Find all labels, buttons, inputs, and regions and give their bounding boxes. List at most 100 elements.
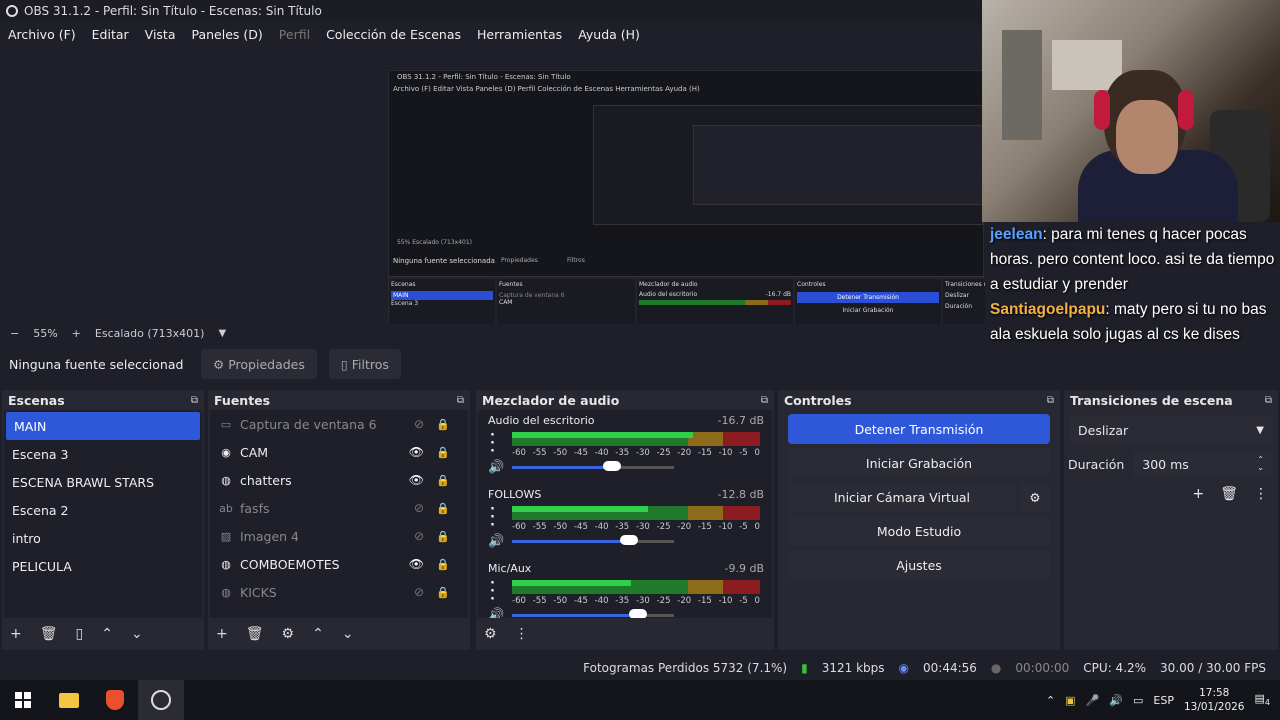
duration-row: Duración 300 ms ⌃ ⌄ bbox=[1066, 450, 1276, 478]
zoom-in-button[interactable]: + bbox=[72, 327, 81, 340]
more-icon[interactable]: · · · bbox=[490, 577, 495, 606]
eye-icon[interactable]: 👁 bbox=[409, 473, 424, 487]
mixer-channel: Audio del escritorio -16.7 dB · · · -60 -55 -50… bbox=[478, 410, 772, 484]
stop-stream-button[interactable]: Detener Transmisión bbox=[788, 414, 1050, 444]
lock-icon[interactable]: 🔒 bbox=[436, 446, 450, 459]
slider-handle[interactable] bbox=[629, 609, 648, 618]
volume-slider[interactable] bbox=[512, 609, 674, 618]
start-virtual-cam-button[interactable]: Iniciar Cámara Virtual bbox=[788, 482, 1016, 512]
properties-button[interactable]: ⚙ Propiedades bbox=[201, 349, 317, 379]
add-icon[interactable]: + bbox=[216, 626, 228, 642]
studio-mode-button[interactable]: Modo Estudio bbox=[788, 516, 1050, 546]
menu-ayuda[interactable]: Ayuda (H) bbox=[578, 27, 640, 42]
menu-paneles[interactable]: Paneles (D) bbox=[192, 27, 263, 42]
zoom-out-button[interactable]: − bbox=[10, 327, 19, 340]
gear-icon[interactable]: ⚙ bbox=[484, 626, 497, 642]
lock-icon[interactable]: 🔒 bbox=[436, 530, 450, 543]
undock-icon[interactable]: ⧉ bbox=[191, 395, 198, 406]
scaling-dropdown-icon[interactable]: ▼ bbox=[218, 328, 226, 339]
gear-icon[interactable]: ⚙ bbox=[282, 626, 295, 642]
source-item[interactable]: ▨ Imagen 4 ⊘ 🔒 bbox=[210, 522, 468, 550]
windows-start-icon[interactable] bbox=[0, 680, 46, 720]
lock-icon[interactable]: 🔒 bbox=[436, 558, 450, 571]
trash-icon[interactable]: 🗑 bbox=[246, 626, 264, 642]
more-icon[interactable]: ⋮ bbox=[515, 626, 529, 642]
chevron-down-icon[interactable]: ⌄ bbox=[131, 626, 143, 642]
file-explorer-icon[interactable] bbox=[46, 680, 92, 720]
source-item[interactable]: ▭ Captura de ventana 6 ⊘ 🔒 bbox=[210, 410, 468, 438]
volume-slider[interactable] bbox=[512, 535, 674, 545]
start-recording-button[interactable]: Iniciar Grabación bbox=[788, 448, 1050, 478]
more-icon[interactable]: · · · bbox=[490, 429, 495, 458]
channel-name: Audio del escritorio bbox=[488, 414, 595, 427]
eye-off-icon[interactable]: ⊘ bbox=[414, 529, 424, 543]
chevron-down-icon[interactable]: ⌄ bbox=[342, 626, 354, 642]
source-item[interactable]: ◍ chatters 👁 🔒 bbox=[210, 466, 468, 494]
menu-herramientas[interactable]: Herramientas bbox=[477, 27, 562, 42]
source-item[interactable]: ◍ COMBOEMOTES 👁 🔒 bbox=[210, 550, 468, 578]
scene-item[interactable]: intro bbox=[4, 524, 202, 552]
undock-icon[interactable]: ⧉ bbox=[761, 395, 768, 406]
speaker-icon[interactable]: 🔊 bbox=[488, 460, 504, 475]
slider-handle[interactable] bbox=[619, 535, 638, 545]
microphone-icon[interactable]: 🎤 bbox=[1086, 694, 1100, 707]
language-indicator[interactable]: ESP bbox=[1153, 694, 1174, 707]
speaker-icon[interactable]: 🔊 bbox=[1109, 694, 1123, 707]
slider-handle[interactable] bbox=[603, 461, 622, 471]
more-icon[interactable]: ⋮ bbox=[1254, 486, 1268, 502]
eye-off-icon[interactable]: ⊘ bbox=[414, 585, 424, 599]
lock-icon[interactable]: 🔒 bbox=[436, 586, 450, 599]
menu-archivo[interactable]: Archivo (F) bbox=[8, 27, 76, 42]
obs-taskbar-icon[interactable] bbox=[138, 680, 184, 720]
sources-list: ▭ Captura de ventana 6 ⊘ 🔒 ◉ CAM 👁 🔒 ◍ chatters 👁 🔒… bbox=[210, 410, 468, 618]
undock-icon[interactable]: ⧉ bbox=[1265, 395, 1272, 406]
add-icon[interactable]: + bbox=[1192, 486, 1204, 502]
scene-item[interactable]: Escena 2 bbox=[4, 496, 202, 524]
chevron-up-icon[interactable]: ⌃ bbox=[1046, 694, 1055, 707]
eye-off-icon[interactable]: ⊘ bbox=[414, 501, 424, 515]
menu-perfil[interactable]: Perfil bbox=[279, 27, 310, 42]
source-item[interactable]: ab fasfs ⊘ 🔒 bbox=[210, 494, 468, 522]
spin-icon[interactable]: ⌃ ⌄ bbox=[1257, 456, 1264, 472]
settings-button[interactable]: Ajustes bbox=[788, 550, 1050, 580]
scene-item[interactable]: ESCENA BRAWL STARS bbox=[4, 468, 202, 496]
notification-icon[interactable]: ▤4 bbox=[1255, 692, 1271, 707]
filter-icon[interactable]: ▯ bbox=[76, 626, 84, 642]
network-icon[interactable]: ▭ bbox=[1133, 694, 1143, 707]
eye-icon[interactable]: 👁 bbox=[409, 557, 424, 571]
virtual-cam-settings-icon[interactable]: ⚙ bbox=[1020, 482, 1050, 512]
scene-item[interactable]: Escena 3 bbox=[4, 440, 202, 468]
trash-icon[interactable]: 🗑 bbox=[1220, 486, 1238, 502]
brave-browser-icon[interactable] bbox=[92, 680, 138, 720]
duration-input[interactable]: 300 ms ⌃ ⌄ bbox=[1134, 450, 1272, 478]
scene-item[interactable]: MAIN bbox=[6, 412, 200, 440]
undock-icon[interactable]: ⧉ bbox=[457, 395, 464, 406]
source-item[interactable]: ◍ KICKS ⊘ 🔒 bbox=[210, 578, 468, 606]
nested-mixer-channel: Audio del escritorio bbox=[639, 291, 698, 298]
lock-icon[interactable]: 🔒 bbox=[436, 474, 450, 487]
lock-icon[interactable]: 🔒 bbox=[436, 418, 450, 431]
eye-off-icon[interactable]: ⊘ bbox=[414, 417, 424, 431]
transition-select[interactable]: Deslizar ▼ bbox=[1070, 416, 1272, 444]
app-tray-icon[interactable]: ▣ bbox=[1065, 694, 1075, 707]
nested-controls: Controles Detener Transmisión Iniciar Gr… bbox=[795, 279, 941, 324]
undock-icon[interactable]: ⧉ bbox=[1047, 395, 1054, 406]
speaker-icon[interactable]: 🔊 bbox=[488, 534, 504, 549]
filters-button[interactable]: ▯ Filtros bbox=[328, 349, 401, 379]
menu-editar[interactable]: Editar bbox=[92, 27, 129, 42]
menu-vista[interactable]: Vista bbox=[145, 27, 176, 42]
more-icon[interactable]: · · · bbox=[490, 503, 495, 532]
speaker-icon[interactable]: 🔊 bbox=[488, 608, 504, 618]
menu-coleccion-escenas[interactable]: Colección de Escenas bbox=[326, 27, 461, 42]
lock-icon[interactable]: 🔒 bbox=[436, 502, 450, 515]
scene-item[interactable]: PELICULA bbox=[4, 552, 202, 580]
chevron-up-icon[interactable]: ⌃ bbox=[312, 626, 324, 642]
eye-icon[interactable]: 👁 bbox=[409, 445, 424, 459]
clock[interactable]: 17:58 13/01/2026 bbox=[1184, 686, 1245, 714]
volume-slider[interactable] bbox=[512, 461, 674, 471]
add-icon[interactable]: + bbox=[10, 626, 22, 642]
trash-icon[interactable]: 🗑 bbox=[40, 626, 58, 642]
source-item[interactable]: ◉ CAM 👁 🔒 bbox=[210, 438, 468, 466]
chevron-up-icon[interactable]: ⌃ bbox=[101, 626, 113, 642]
person-face bbox=[1116, 100, 1178, 174]
